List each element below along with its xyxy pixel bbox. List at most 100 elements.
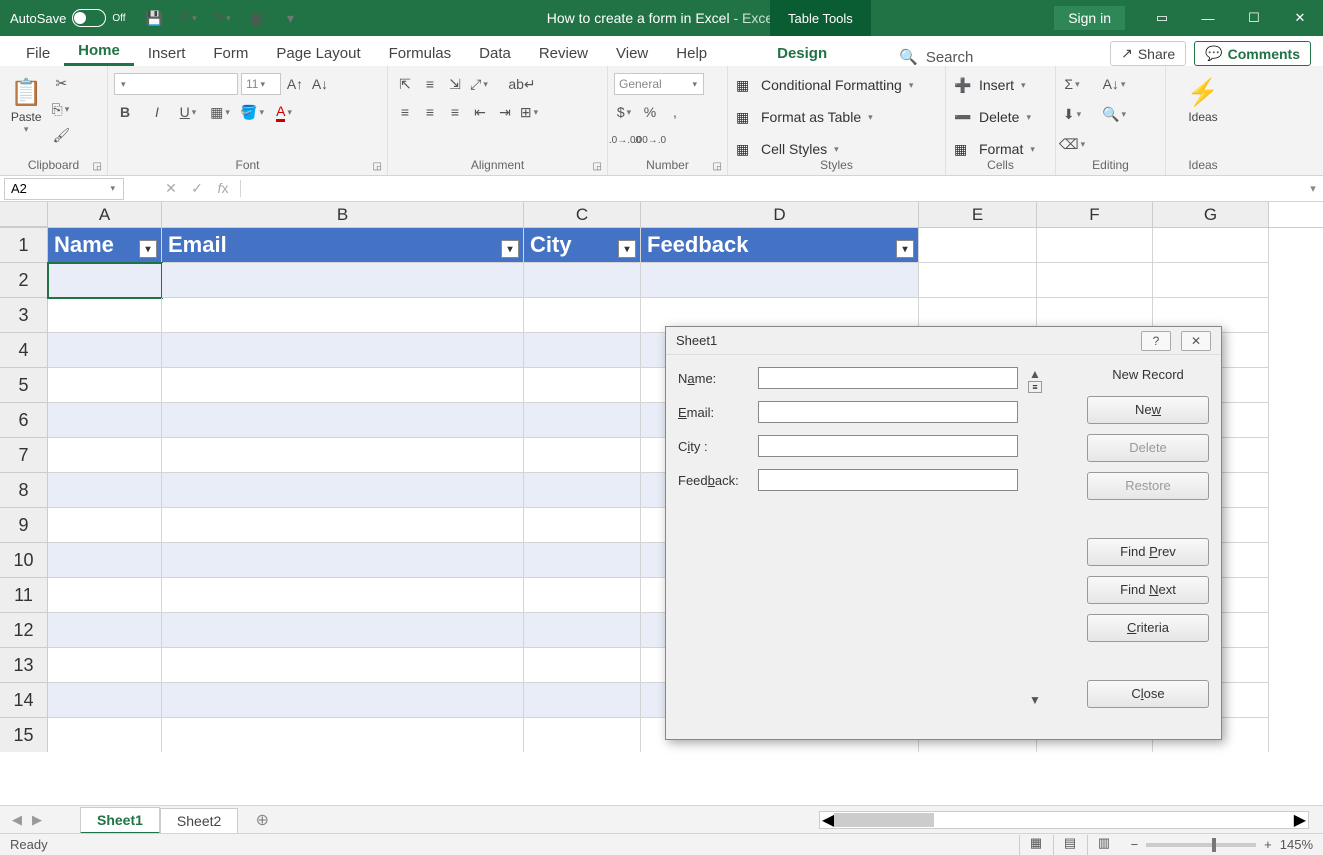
horizontal-scrollbar[interactable]: ◀ ▶ [819, 811, 1309, 829]
tell-me-search[interactable]: 🔍 Search [881, 48, 991, 66]
increase-indent-icon[interactable]: ⇥ [494, 101, 516, 123]
format-painter-icon[interactable]: 🖌 [50, 124, 72, 146]
row-header[interactable]: 7 [0, 438, 48, 473]
cell[interactable] [162, 438, 524, 473]
page-break-view-icon[interactable]: ▥ [1087, 835, 1121, 855]
cell[interactable] [48, 613, 162, 648]
scroll-left-icon[interactable]: ◀ [822, 810, 834, 830]
cell[interactable] [524, 648, 641, 683]
filter-dropdown-icon[interactable]: ▾ [139, 240, 157, 258]
sheet-tab-sheet2[interactable]: Sheet2 [160, 808, 238, 833]
cell[interactable] [524, 263, 641, 298]
find-select-icon[interactable]: 🔍▾ [1104, 103, 1126, 125]
ribbon-options-icon[interactable]: ▭ [1139, 0, 1185, 36]
scroll-thumb[interactable] [834, 813, 934, 827]
cell[interactable] [162, 473, 524, 508]
align-left-icon[interactable]: ≡ [394, 101, 416, 123]
align-right-icon[interactable]: ≡ [444, 101, 466, 123]
cell[interactable] [524, 473, 641, 508]
row-header[interactable]: 4 [0, 333, 48, 368]
font-name-combo[interactable]: ▾ [114, 73, 238, 95]
criteria-button[interactable]: Criteria [1087, 614, 1209, 642]
row-header[interactable]: 2 [0, 263, 48, 298]
scroll-down-icon[interactable]: ▼ [1029, 693, 1041, 707]
tab-home[interactable]: Home [64, 36, 134, 66]
orientation-icon[interactable]: ⤢▾ [469, 73, 491, 95]
cell[interactable] [162, 508, 524, 543]
alignment-launcher-icon[interactable]: ◲ [593, 161, 602, 172]
shrink-font-icon[interactable]: A↓ [309, 73, 331, 95]
cell[interactable] [162, 578, 524, 613]
field-input-feedback[interactable] [758, 469, 1018, 491]
filter-dropdown-icon[interactable]: ▾ [618, 240, 636, 258]
cell[interactable] [524, 403, 641, 438]
zoom-in-icon[interactable]: + [1264, 837, 1272, 852]
field-input-email[interactable] [758, 401, 1018, 423]
currency-icon[interactable]: $▾ [614, 101, 636, 123]
row-header[interactable]: 5 [0, 368, 48, 403]
redo-icon[interactable]: ↷▾ [210, 7, 236, 29]
expand-formula-bar-icon[interactable]: ▾ [1303, 182, 1323, 195]
filter-dropdown-icon[interactable]: ▾ [896, 240, 914, 258]
cell[interactable] [48, 543, 162, 578]
cell[interactable] [48, 298, 162, 333]
find-next-button[interactable]: Find Next [1087, 576, 1209, 604]
tab-design[interactable]: Design [763, 39, 841, 66]
row-header[interactable]: 15 [0, 718, 48, 752]
copy-icon[interactable]: ⎘▾ [50, 98, 72, 120]
autosave-toggle[interactable]: AutoSave Off [0, 9, 136, 27]
increase-decimal-icon[interactable]: .0→.00 [614, 129, 636, 151]
filter-dropdown-icon[interactable]: ▾ [501, 240, 519, 258]
cell[interactable] [162, 403, 524, 438]
cell[interactable] [1153, 228, 1269, 263]
cell[interactable]: City▾ [524, 228, 641, 263]
clipboard-launcher-icon[interactable]: ◲ [93, 161, 102, 172]
qat-customize-icon[interactable]: ▾ [278, 7, 304, 29]
column-header-E[interactable]: E [919, 202, 1037, 227]
zoom-level[interactable]: 145% [1280, 837, 1313, 852]
dialog-scrollbar[interactable]: ▲ ≡ ▼ [1026, 367, 1044, 707]
cell[interactable] [162, 333, 524, 368]
delete-cells-button[interactable]: ➖Delete▾ [952, 104, 1039, 130]
cell[interactable] [524, 368, 641, 403]
cell[interactable] [162, 543, 524, 578]
restore-button[interactable]: Restore [1087, 472, 1209, 500]
cell[interactable] [162, 263, 524, 298]
font-size-combo[interactable]: 11▾ [241, 73, 281, 95]
enter-formula-icon[interactable]: ✓ [184, 180, 210, 197]
cell[interactable] [48, 333, 162, 368]
close-icon[interactable]: ✕ [1277, 0, 1323, 36]
scroll-right-icon[interactable]: ▶ [1294, 810, 1306, 830]
save-icon[interactable]: 💾 [142, 7, 168, 29]
row-header[interactable]: 11 [0, 578, 48, 613]
form-icon[interactable]: ▦ [244, 7, 270, 29]
row-header[interactable]: 3 [0, 298, 48, 333]
minimize-icon[interactable]: — [1185, 0, 1231, 36]
number-launcher-icon[interactable]: ◲ [713, 161, 722, 172]
cell[interactable] [919, 263, 1037, 298]
cell[interactable] [162, 298, 524, 333]
tab-insert[interactable]: Insert [134, 39, 200, 66]
cell[interactable] [162, 718, 524, 752]
font-color-icon[interactable]: A▾ [274, 101, 296, 123]
new-button[interactable]: New [1087, 396, 1209, 424]
italic-icon[interactable]: I [146, 101, 168, 123]
delete-button[interactable]: Delete [1087, 434, 1209, 462]
sheet-tab-sheet1[interactable]: Sheet1 [80, 807, 160, 834]
cell[interactable]: Name▾ [48, 228, 162, 263]
cell[interactable] [919, 228, 1037, 263]
cell[interactable] [524, 333, 641, 368]
fill-color-icon[interactable]: 🪣▾ [242, 101, 264, 123]
cell[interactable]: Email▾ [162, 228, 524, 263]
row-header[interactable]: 12 [0, 613, 48, 648]
cell[interactable] [524, 683, 641, 718]
cell[interactable] [1037, 263, 1153, 298]
add-sheet-icon[interactable]: ⊕ [248, 810, 276, 830]
row-header[interactable]: 14 [0, 683, 48, 718]
sheet-nav-prev-icon[interactable]: ◀ [12, 812, 22, 828]
cell[interactable] [48, 403, 162, 438]
cell[interactable] [524, 543, 641, 578]
paste-button[interactable]: 📋 Paste▾ [6, 72, 46, 137]
cell[interactable] [48, 648, 162, 683]
close-button[interactable]: Close [1087, 680, 1209, 708]
